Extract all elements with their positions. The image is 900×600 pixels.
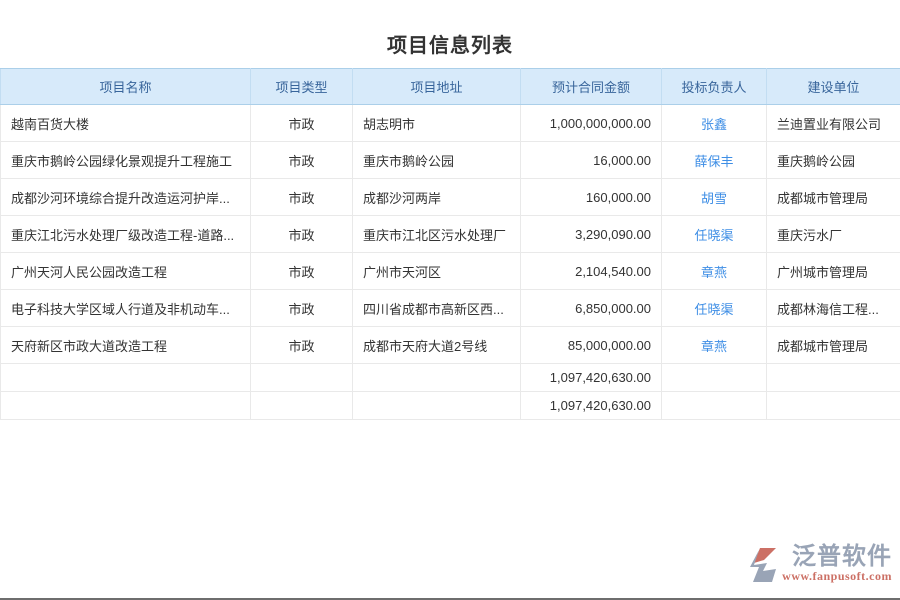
cell-amount: 85,000,000.00 <box>521 327 662 364</box>
total-cell-name <box>1 392 251 420</box>
bid-leader-link[interactable]: 薛保丰 <box>694 154 733 169</box>
cell-address: 四川省成都市高新区西... <box>353 290 521 327</box>
cell-name: 越南百货大楼 <box>1 105 251 142</box>
total-cell-amount: 1,097,420,630.00 <box>521 392 662 420</box>
total-row: 1,097,420,630.00 <box>1 392 900 420</box>
table-row: 重庆江北污水处理厂级改造工程-道路...市政重庆市江北区污水处理厂3,290,0… <box>1 216 900 253</box>
column-header-leader: 投标负责人 <box>662 69 767 105</box>
cell-type: 市政 <box>251 290 353 327</box>
cell-type: 市政 <box>251 253 353 290</box>
cell-address: 成都市天府大道2号线 <box>353 327 521 364</box>
cell-name: 成都沙河环境综合提升改造运河护岸... <box>1 179 251 216</box>
table-body: 越南百货大楼市政胡志明市1,000,000,000.00张鑫兰迪置业有限公司重庆… <box>1 105 900 420</box>
cell-type: 市政 <box>251 142 353 179</box>
bid-leader-link[interactable]: 章燕 <box>701 339 727 354</box>
column-header-name: 项目名称 <box>1 69 251 105</box>
table-header-row: 项目名称项目类型项目地址预计合同金额投标负责人建设单位 <box>1 69 900 105</box>
cell-address: 胡志明市 <box>353 105 521 142</box>
cell-leader: 章燕 <box>662 253 767 290</box>
bid-leader-link[interactable]: 任晓渠 <box>694 302 733 317</box>
table-row: 越南百货大楼市政胡志明市1,000,000,000.00 张鑫 兰迪置业有限公司 <box>1 105 900 142</box>
cell-amount: 6,850,000.00 <box>521 290 662 327</box>
total-cell-leader <box>662 392 767 420</box>
total-cell-unit <box>767 364 900 392</box>
cell-leader: 任晓渠 <box>662 290 767 327</box>
vendor-logo-link[interactable]: 泛普软件 www.fanpusoft.com <box>746 545 892 588</box>
total-cell-unit <box>767 392 900 420</box>
total-row: 1,097,420,630.00 <box>1 364 900 392</box>
cell-type: 市政 <box>251 105 353 142</box>
cell-unit: 广州城市管理局 <box>767 253 900 290</box>
cell-unit: 成都城市管理局 <box>767 327 900 364</box>
bid-leader-link[interactable]: 胡雪 <box>701 191 727 206</box>
column-header-address: 项目地址 <box>353 69 521 105</box>
table-row: 天府新区市政大道改造工程市政成都市天府大道2号线85,000,000.00 章燕 成… <box>1 327 900 364</box>
bid-leader-link[interactable]: 任晓渠 <box>694 228 733 243</box>
cell-name: 天府新区市政大道改造工程 <box>1 327 251 364</box>
total-cell-amount: 1,097,420,630.00 <box>521 364 662 392</box>
table-row: 电子科技大学区域人行道及非机动车...市政四川省成都市高新区西...6,850,… <box>1 290 900 327</box>
cell-name: 重庆市鹅岭公园绿化景观提升工程施工 <box>1 142 251 179</box>
cell-name: 广州天河人民公园改造工程 <box>1 253 251 290</box>
total-cell-leader <box>662 364 767 392</box>
cell-amount: 2,104,540.00 <box>521 253 662 290</box>
cell-unit: 重庆鹅岭公园 <box>767 142 900 179</box>
cell-unit: 成都城市管理局 <box>767 179 900 216</box>
cell-amount: 160,000.00 <box>521 179 662 216</box>
bid-leader-link[interactable]: 张鑫 <box>701 117 727 132</box>
cell-leader: 章燕 <box>662 327 767 364</box>
cell-amount: 16,000.00 <box>521 142 662 179</box>
column-header-amount: 预计合同金额 <box>521 69 662 105</box>
table-row: 广州天河人民公园改造工程市政广州市天河区2,104,540.00 章燕 广州城市管理… <box>1 253 900 290</box>
cell-leader: 薛保丰 <box>662 142 767 179</box>
column-header-unit: 建设单位 <box>767 69 900 105</box>
cell-type: 市政 <box>251 179 353 216</box>
page-title: 项目信息列表 <box>0 29 900 58</box>
vendor-logo-icon <box>746 547 780 588</box>
vendor-logo-text: 泛普软件 <box>792 545 892 569</box>
vendor-logo-url: www.fanpusoft.com <box>782 569 892 584</box>
cell-unit: 成都林海信工程... <box>767 290 900 327</box>
cell-name: 重庆江北污水处理厂级改造工程-道路... <box>1 216 251 253</box>
cell-address: 成都沙河两岸 <box>353 179 521 216</box>
cell-unit: 重庆污水厂 <box>767 216 900 253</box>
table-row: 重庆市鹅岭公园绿化景观提升工程施工市政重庆市鹅岭公园16,000.00 薛保丰 重庆… <box>1 142 900 179</box>
bid-leader-link[interactable]: 章燕 <box>701 265 727 280</box>
cell-unit: 兰迪置业有限公司 <box>767 105 900 142</box>
cell-amount: 1,000,000,000.00 <box>521 105 662 142</box>
cell-amount: 3,290,090.00 <box>521 216 662 253</box>
cell-address: 广州市天河区 <box>353 253 521 290</box>
cell-leader: 任晓渠 <box>662 216 767 253</box>
total-cell-type <box>251 364 353 392</box>
total-cell-type <box>251 392 353 420</box>
cell-name: 电子科技大学区域人行道及非机动车... <box>1 290 251 327</box>
cell-type: 市政 <box>251 216 353 253</box>
total-cell-address <box>353 392 521 420</box>
cell-leader: 张鑫 <box>662 105 767 142</box>
column-header-type: 项目类型 <box>251 69 353 105</box>
cell-address: 重庆市江北区污水处理厂 <box>353 216 521 253</box>
project-list-table: 项目名称项目类型项目地址预计合同金额投标负责人建设单位 越南百货大楼市政胡志明市… <box>0 68 900 420</box>
cell-type: 市政 <box>251 327 353 364</box>
total-cell-address <box>353 364 521 392</box>
table-row: 成都沙河环境综合提升改造运河护岸...市政成都沙河两岸160,000.00 胡雪 成… <box>1 179 900 216</box>
cell-address: 重庆市鹅岭公园 <box>353 142 521 179</box>
cell-leader: 胡雪 <box>662 179 767 216</box>
total-cell-name <box>1 364 251 392</box>
